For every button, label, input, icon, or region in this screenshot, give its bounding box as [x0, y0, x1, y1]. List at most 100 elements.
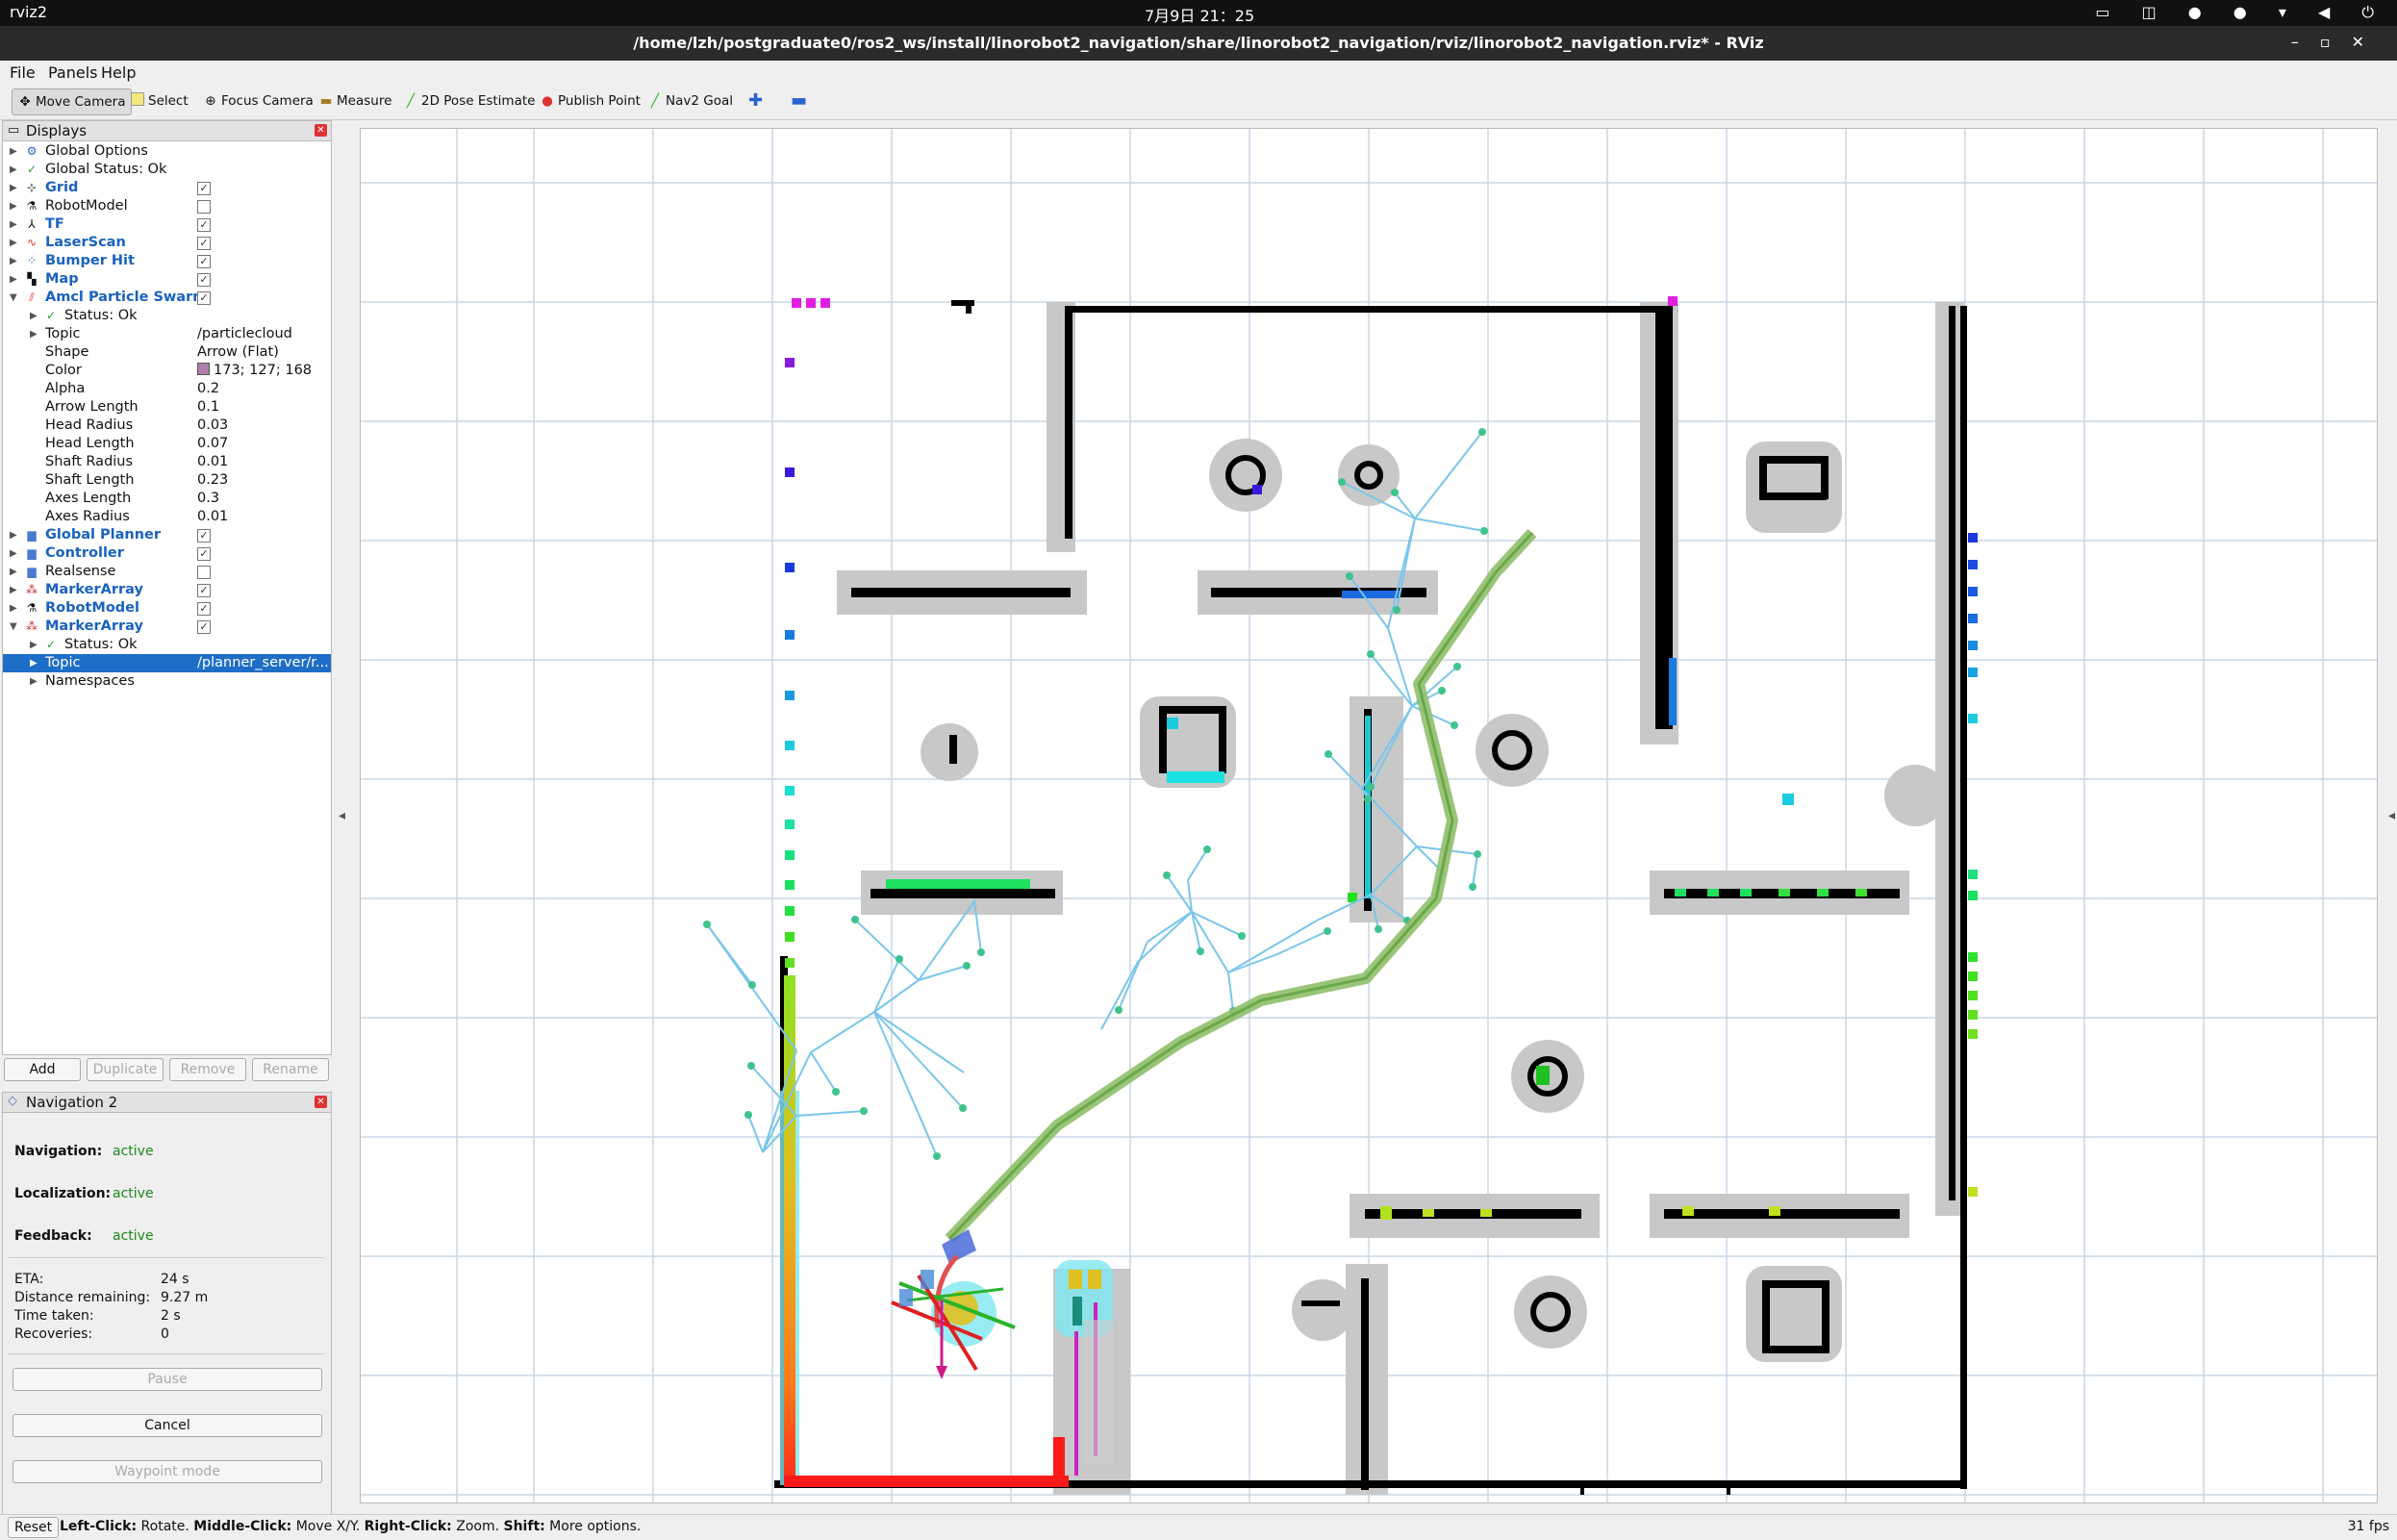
pose-estimate-button[interactable]: ╱ 2D Pose Estimate — [398, 88, 541, 114]
marker-array-1-checkbox[interactable]: ✓ — [197, 584, 211, 597]
collapse-left-icon[interactable]: ◂ — [339, 808, 345, 823]
tf-checkbox[interactable]: ✓ — [197, 218, 211, 232]
expand-arrow-icon[interactable]: ▶ — [10, 197, 17, 215]
measure-button[interactable]: ▬ Measure — [314, 88, 397, 114]
collapse-arrow-icon[interactable]: ▼ — [10, 289, 17, 307]
property-axes-length[interactable]: Axes Length 0.3 — [3, 490, 331, 508]
expand-arrow-icon[interactable]: ▶ — [10, 599, 17, 618]
close-icon[interactable]: ✕ — [2352, 33, 2385, 51]
maximize-icon[interactable]: ▫ — [2320, 33, 2352, 51]
tree-row-laser-scan[interactable]: ▶ ∿ LaserScan ✓ — [3, 234, 331, 252]
tree-row-marker-array-2[interactable]: ▼ ⁂ MarkerArray ✓ — [3, 618, 331, 636]
grid-checkbox[interactable]: ✓ — [197, 182, 211, 195]
add-tool-icon[interactable]: ✚ — [743, 88, 769, 114]
select-button[interactable]: Select — [125, 88, 194, 114]
property-arrow-length[interactable]: Arrow Length 0.1 — [3, 398, 331, 417]
expand-arrow-icon[interactable]: ▶ — [10, 161, 17, 179]
property-topic[interactable]: ▶ Topic/particlecloud — [3, 325, 331, 343]
expand-arrow-icon[interactable]: ▶ — [30, 672, 38, 691]
expand-arrow-icon[interactable]: ▶ — [10, 581, 17, 599]
close-icon[interactable]: ✕ — [315, 124, 327, 137]
color-swatch[interactable] — [197, 363, 210, 375]
expand-arrow-icon[interactable]: ▶ — [10, 252, 17, 270]
move-camera-button[interactable]: ✥ Move Camera — [12, 88, 133, 115]
add-button[interactable]: Add — [4, 1058, 81, 1081]
nav2-goal-button[interactable]: ╱ Nav2 Goal — [643, 88, 739, 114]
expand-arrow-icon[interactable]: ▶ — [10, 526, 17, 544]
system-tray-icons[interactable]: ▭ ◫ ● ● ▾ ◀ ⏻ — [2095, 3, 2387, 22]
tree-row-marker-status[interactable]: ▶ ✓ Status: Ok — [3, 636, 331, 654]
property-marker-topic[interactable]: ▶ Topic/planner_server/r... — [3, 654, 331, 672]
displays-tree: ▶ ⚙ Global Options ▶ ✓ Global Status: Ok ▶ ⊹ G… — [3, 142, 331, 691]
window-controls[interactable]: –▫✕ — [2291, 33, 2385, 51]
focus-camera-button[interactable]: ⊕ Focus Camera — [198, 88, 319, 114]
property-shape[interactable]: Shape Arrow (Flat) — [3, 343, 331, 362]
pause-button[interactable]: Pause — [13, 1368, 322, 1391]
expand-arrow-icon[interactable]: ▶ — [10, 563, 17, 581]
amcl-checkbox[interactable]: ✓ — [197, 291, 211, 305]
expand-arrow-icon[interactable]: ▶ — [10, 142, 17, 161]
expand-arrow-icon[interactable]: ▶ — [10, 234, 17, 252]
tree-row-robot-model-2[interactable]: ▶ ⚗ RobotModel ✓ — [3, 599, 331, 618]
tree-row-bumper-hit[interactable]: ▶ ⁘ Bumper Hit ✓ — [3, 252, 331, 270]
tree-row-realsense[interactable]: ▶ ▆ Realsense — [3, 563, 331, 581]
tree-row-amcl[interactable]: ▼ ⫽ Amcl Particle Swarm ✓ — [3, 289, 331, 307]
tree-row-global-planner[interactable]: ▶ ▆ Global Planner ✓ — [3, 526, 331, 544]
property-namespaces[interactable]: ▶ Namespaces — [3, 672, 331, 691]
expand-arrow-icon[interactable]: ▶ — [30, 307, 38, 325]
reset-button[interactable]: Reset — [8, 1517, 60, 1538]
expand-arrow-icon[interactable]: ▶ — [30, 654, 38, 672]
marker-array-2-checkbox[interactable]: ✓ — [197, 620, 211, 634]
tree-row-marker-array-1[interactable]: ▶ ⁂ MarkerArray ✓ — [3, 581, 331, 599]
menu-file[interactable]: File — [10, 63, 36, 82]
property-axes-radius[interactable]: Axes Radius 0.01 — [3, 508, 331, 526]
expand-arrow-icon[interactable]: ▶ — [30, 325, 38, 343]
realsense-checkbox[interactable] — [197, 566, 211, 579]
robot-model-2-checkbox[interactable]: ✓ — [197, 602, 211, 616]
tree-row-global-status[interactable]: ▶ ✓ Global Status: Ok — [3, 161, 331, 179]
close-icon[interactable]: ✕ — [315, 1096, 327, 1108]
global-planner-checkbox[interactable]: ✓ — [197, 529, 211, 543]
tree-row-global-options[interactable]: ▶ ⚙ Global Options — [3, 142, 331, 161]
tree-row-map[interactable]: ▶ ▚ Map ✓ — [3, 270, 331, 289]
bumper-hit-checkbox[interactable]: ✓ — [197, 255, 211, 268]
collapse-arrow-icon[interactable]: ▼ — [10, 618, 17, 636]
collapse-right-icon[interactable]: ◂ — [2388, 808, 2395, 823]
remove-button[interactable]: Remove — [169, 1058, 246, 1081]
app-name[interactable]: rviz2 — [10, 3, 47, 21]
minimize-icon[interactable]: – — [2291, 33, 2320, 51]
cancel-button[interactable]: Cancel — [13, 1414, 322, 1437]
publish-point-button[interactable]: ● Publish Point — [535, 88, 646, 114]
expand-arrow-icon[interactable]: ▶ — [10, 544, 17, 563]
rename-button[interactable]: Rename — [252, 1058, 329, 1081]
tree-row-tf[interactable]: ▶ ⅄ TF ✓ — [3, 215, 331, 234]
expand-arrow-icon[interactable]: ▶ — [10, 270, 17, 289]
3d-viewport[interactable] — [360, 128, 2378, 1503]
menu-help[interactable]: Help — [101, 63, 136, 82]
property-shaft-length[interactable]: Shaft Length 0.23 — [3, 471, 331, 490]
tree-row-amcl-status[interactable]: ▶ ✓ Status: Ok — [3, 307, 331, 325]
displays-panel: ▭ Displays ✕ ▶ ⚙ Global Options ▶ ✓ Global S… — [2, 120, 332, 1055]
expand-arrow-icon[interactable]: ▶ — [10, 215, 17, 234]
duplicate-button[interactable]: Duplicate — [87, 1058, 164, 1081]
property-head-radius[interactable]: Head Radius 0.03 — [3, 417, 331, 435]
property-shaft-radius[interactable]: Shaft Radius 0.01 — [3, 453, 331, 471]
expand-arrow-icon[interactable]: ▶ — [10, 179, 17, 197]
expand-arrow-icon[interactable]: ▶ — [30, 636, 38, 654]
system-clock[interactable]: 7月9日 21：25 — [1145, 3, 1254, 26]
property-alpha[interactable]: Alpha 0.2 — [3, 380, 331, 398]
property-head-length[interactable]: Head Length 0.07 — [3, 435, 331, 453]
remove-tool-icon[interactable]: ▬ — [785, 88, 813, 114]
particle-icon: ⫽ — [29, 290, 35, 304]
tree-row-robot-model[interactable]: ▶ ⚗ RobotModel — [3, 197, 331, 215]
robot-model-checkbox[interactable] — [197, 200, 211, 214]
laser-scan-checkbox[interactable]: ✓ — [197, 237, 211, 250]
property-color[interactable]: Color 173; 127; 168 — [3, 362, 331, 380]
controller-checkbox[interactable]: ✓ — [197, 547, 211, 561]
waypoint-mode-button[interactable]: Waypoint mode — [13, 1460, 322, 1483]
menu-panels[interactable]: Panels — [48, 63, 98, 82]
tree-row-controller[interactable]: ▶ ▆ Controller ✓ — [3, 544, 331, 563]
tree-row-grid[interactable]: ▶ ⊹ Grid ✓ — [3, 179, 331, 197]
map-checkbox[interactable]: ✓ — [197, 273, 211, 287]
navigation-label: Navigation: — [14, 1144, 103, 1159]
